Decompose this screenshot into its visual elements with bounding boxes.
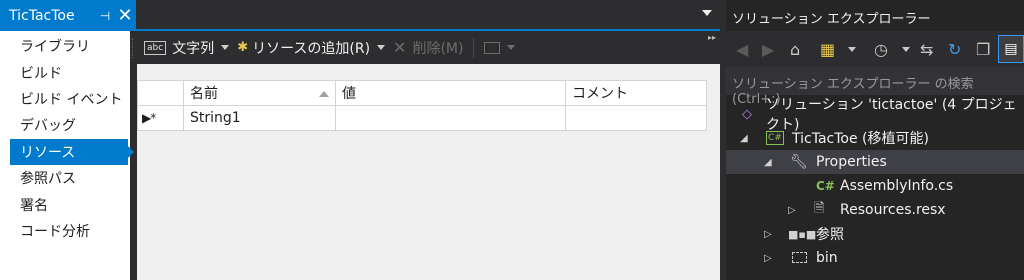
strings-dropdown-button[interactable]: abc 文字列	[140, 36, 233, 60]
add-resource-icon: ✱	[237, 40, 249, 55]
solution-explorer-toolbar: ◀ ▶ ⌂ ▦ ◷ ⇆ ↻ ❐ ▤	[726, 31, 1024, 67]
cell-comment[interactable]	[565, 105, 707, 131]
csharp-project-icon: C#	[766, 131, 784, 145]
toolbar-separator	[473, 37, 475, 58]
tree-item-label: Properties	[816, 154, 887, 170]
tree-item-project[interactable]: ◢ C# TicTacToe (移植可能)	[726, 126, 1024, 150]
project-properties-nav: ライブラリ ビルド ビルド イベント デバッグ リソース 参照パス 署名 コード…	[0, 31, 134, 280]
solution-icon: ◇	[742, 106, 752, 122]
collapsed-arrow-icon[interactable]: ▷	[788, 205, 796, 216]
solution-explorer-search-input[interactable]: ソリューション エクスプローラー の検索 (Ctrl+:)	[726, 67, 1024, 107]
tab-strip-background	[136, 0, 726, 31]
collapse-all-icon[interactable]: ❐	[976, 40, 990, 59]
close-icon[interactable]: ✕	[114, 5, 136, 26]
tree-item-label: bin	[816, 250, 838, 266]
toolbar-grip[interactable]	[132, 37, 140, 58]
collapsed-arrow-icon[interactable]: ▷	[764, 253, 772, 264]
tree-item-references[interactable]: ▷ ■▪■ 参照	[726, 222, 1024, 246]
document-tab-tictactoe[interactable]: TicTacToe ⊣ ✕	[0, 0, 136, 31]
chevron-down-icon[interactable]	[902, 47, 910, 52]
tree-item-solution[interactable]: ◇ ソリューション 'tictactoe' (4 プロジェクト)	[726, 97, 1024, 133]
wrench-icon: 🔧︎	[790, 154, 808, 170]
nav-item-reference-paths[interactable]: 参照パス	[10, 165, 128, 191]
back-icon[interactable]: ◀	[736, 40, 748, 59]
resource-toolbar: abc 文字列 ✱ リソースの追加(R) ✕ 削除(M) ▸▸	[130, 31, 720, 64]
tree-item-bin[interactable]: ▷ bin	[726, 246, 1024, 270]
chevron-down-icon	[507, 45, 516, 50]
nav-item-library[interactable]: ライブラリ	[10, 33, 128, 59]
chevron-down-icon	[221, 45, 230, 50]
cell-value[interactable]	[335, 105, 566, 131]
column-header-comment-label: コメント	[572, 86, 628, 102]
nav-item-debug[interactable]: デバッグ	[10, 112, 128, 138]
forward-icon[interactable]: ▶	[762, 40, 774, 59]
add-resource-button[interactable]: ✱ リソースの追加(R)	[233, 36, 389, 60]
references-icon: ■▪■	[788, 227, 817, 241]
add-resource-label: リソースの追加(R)	[252, 40, 371, 57]
column-header-name-label: 名前	[190, 86, 218, 102]
tree-item-assemblyinfo[interactable]: C# AssemblyInfo.cs	[726, 174, 1024, 198]
collapsed-arrow-icon[interactable]: ▷	[764, 229, 772, 240]
document-list-dropdown-icon[interactable]	[702, 10, 712, 16]
nav-item-signing[interactable]: 署名	[10, 192, 128, 218]
nav-item-build-events[interactable]: ビルド イベント	[10, 86, 128, 112]
pending-changes-filter-icon[interactable]: ◷	[874, 40, 888, 59]
column-header-comment[interactable]: コメント	[565, 80, 707, 106]
expanded-arrow-icon[interactable]: ◢	[740, 133, 748, 144]
tree-item-label: AssemblyInfo.cs	[840, 178, 954, 194]
nav-item-code-analysis[interactable]: コード分析	[10, 218, 128, 244]
pin-icon[interactable]: ⊣	[96, 9, 114, 23]
tree-item-properties[interactable]: ◢ 🔧︎ Properties	[726, 150, 1024, 174]
toolbar-overflow-icon[interactable]: ▸▸	[708, 33, 716, 42]
tree-item-label: TicTacToe (移植可能)	[792, 131, 929, 147]
column-header-name[interactable]: 名前	[183, 80, 336, 106]
strings-label: 文字列	[172, 40, 215, 57]
new-row-marker-icon: ▶*	[142, 111, 156, 125]
switch-views-icon[interactable]: ▦	[820, 40, 835, 59]
chevron-down-icon[interactable]	[848, 47, 856, 52]
resource-grid: 名前 値 コメント ▶* String1	[137, 80, 707, 131]
remove-resource-button[interactable]: ✕ 削除(M)	[389, 36, 467, 60]
refresh-icon[interactable]: ↻	[948, 40, 961, 59]
solution-explorer-title: ソリューション エクスプローラー	[732, 12, 931, 27]
expanded-arrow-icon[interactable]: ◢	[764, 157, 772, 168]
tree-item-label: Resources.resx	[840, 202, 946, 218]
solution-explorer-panel: ソリューション エクスプローラー ◀ ▶ ⌂ ▦ ◷ ⇆ ↻ ❐ ▤ ソリューシ…	[726, 0, 1024, 280]
delete-x-icon: ✕	[393, 38, 407, 57]
cell-name[interactable]: String1	[183, 105, 336, 131]
resx-file-icon: 🗎︎	[814, 201, 825, 216]
home-icon[interactable]: ⌂	[790, 40, 800, 59]
strings-icon: abc	[144, 40, 167, 55]
view-grid-icon	[484, 41, 501, 54]
resource-grid-area: 名前 値 コメント ▶* String1	[137, 64, 720, 280]
nav-item-build[interactable]: ビルド	[10, 60, 128, 86]
table-row[interactable]: ▶* String1	[137, 105, 707, 131]
grid-corner-cell	[137, 80, 184, 106]
column-header-value[interactable]: 値	[335, 80, 566, 106]
grid-header-row: 名前 値 コメント	[137, 80, 707, 106]
tree-item-resources-resx[interactable]: ▷ 🗎︎ Resources.resx	[726, 198, 1024, 222]
show-all-files-icon[interactable]: ▤	[998, 35, 1024, 63]
column-header-value-label: 値	[342, 86, 356, 102]
sort-ascending-icon	[319, 91, 329, 97]
view-dropdown-button[interactable]	[480, 36, 519, 60]
document-tab-title: TicTacToe	[9, 7, 75, 24]
hidden-folder-icon	[792, 252, 807, 263]
tree-item-label: 参照	[816, 227, 844, 243]
chevron-down-icon	[377, 45, 386, 50]
row-header-cell[interactable]: ▶*	[137, 105, 184, 131]
remove-label: 削除(M)	[412, 40, 464, 57]
csharp-file-icon: C#	[816, 179, 835, 193]
sync-with-document-icon[interactable]: ⇆	[920, 40, 933, 59]
nav-item-resources[interactable]: リソース	[10, 139, 134, 165]
